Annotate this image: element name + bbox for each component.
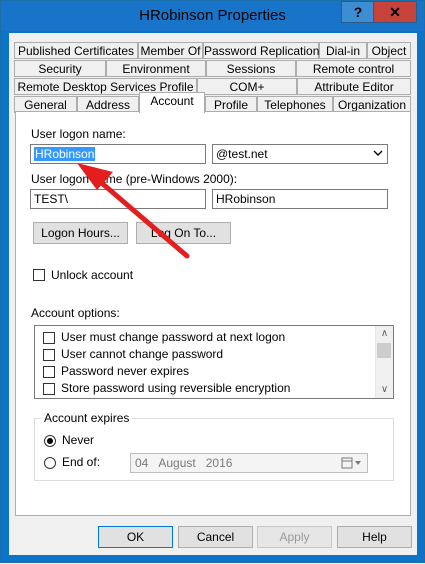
unlock-account-checkbox[interactable]	[33, 269, 45, 281]
date-year: 2016	[205, 456, 233, 470]
tab-environment[interactable]: Environment	[106, 60, 206, 77]
tab-security[interactable]: Security	[14, 60, 106, 77]
properties-window: HRobinson Properties ? ✕ Published Certi…	[0, 0, 425, 563]
never-label: Never	[62, 433, 95, 447]
chevron-down-icon	[373, 150, 383, 156]
logon-hours-button[interactable]: Logon Hours...	[33, 222, 128, 244]
account-options-label: Account options:	[31, 306, 120, 320]
end-of-radio[interactable]	[44, 457, 56, 469]
title-bar: HRobinson Properties ? ✕	[1, 1, 424, 31]
log-on-to-button[interactable]: Log On To...	[136, 222, 231, 244]
scroll-down-icon[interactable]: ∨	[376, 382, 393, 398]
logon-name-value: HRobinson	[34, 147, 96, 161]
tab-member-of[interactable]: Member Of	[138, 42, 203, 59]
tab-attribute-editor[interactable]: Attribute Editor	[297, 78, 411, 95]
tab-dial-in[interactable]: Dial-in	[319, 42, 367, 59]
tab-com-plus[interactable]: COM+	[197, 78, 297, 95]
options-scrollbar[interactable]: ∧ ∨	[375, 326, 393, 398]
tab-sessions[interactable]: Sessions	[206, 60, 296, 77]
pre2000-name-input[interactable]: HRobinson	[212, 189, 388, 209]
option-checkbox-must-change[interactable]	[43, 332, 55, 344]
expiry-date-picker[interactable]: 04 August 2016	[130, 453, 368, 473]
never-radio[interactable]	[44, 435, 56, 447]
dialog-client: Published Certificates Member Of Passwor…	[9, 33, 417, 555]
radio-selected-dot	[47, 438, 53, 444]
end-of-label: End of:	[62, 455, 101, 469]
date-month: August	[158, 456, 196, 470]
account-options-list[interactable]: User must change password at next logon …	[34, 325, 394, 399]
tab-published-certificates[interactable]: Published Certificates	[14, 42, 138, 59]
option-checkbox-reversible[interactable]	[43, 383, 55, 395]
domain-combo[interactable]: @test.net	[212, 144, 388, 164]
tab-password-replication[interactable]: Password Replication	[203, 42, 319, 59]
ok-button[interactable]: OK	[98, 526, 173, 548]
pre2000-domain-input[interactable]: TEST\	[30, 189, 206, 209]
tab-object[interactable]: Object	[367, 42, 411, 59]
calendar-icon[interactable]	[341, 457, 363, 469]
option-label-never-expires: Password never expires	[61, 364, 190, 378]
account-expires-group: Account expires Never End of: 04 August …	[34, 411, 394, 481]
tab-account[interactable]: Account	[139, 92, 205, 113]
logon-name-label: User logon name:	[31, 127, 126, 141]
close-button[interactable]: ✕	[373, 1, 417, 23]
cancel-button[interactable]: Cancel	[178, 526, 253, 548]
unlock-account-label: Unlock account	[51, 268, 134, 282]
apply-button[interactable]: Apply	[257, 526, 332, 548]
date-day: 04	[135, 456, 149, 470]
scroll-thumb[interactable]	[377, 343, 391, 358]
help-button[interactable]: Help	[337, 526, 412, 548]
pre2000-label: User logon name (pre-Windows 2000):	[31, 172, 238, 186]
scroll-up-icon[interactable]: ∧	[376, 326, 393, 342]
option-checkbox-never-expires[interactable]	[43, 366, 55, 378]
account-expires-label: Account expires	[41, 411, 133, 425]
option-label-must-change: User must change password at next logon	[61, 330, 286, 344]
logon-name-input[interactable]: HRobinson	[30, 144, 206, 164]
option-label-reversible: Store password using reversible encrypti…	[61, 381, 291, 395]
option-label-cannot-change: User cannot change password	[61, 347, 224, 361]
option-checkbox-cannot-change[interactable]	[43, 349, 55, 361]
tab-remote-control[interactable]: Remote control	[296, 60, 411, 77]
domain-value: @test.net	[216, 147, 268, 161]
help-title-button[interactable]: ?	[341, 1, 375, 23]
